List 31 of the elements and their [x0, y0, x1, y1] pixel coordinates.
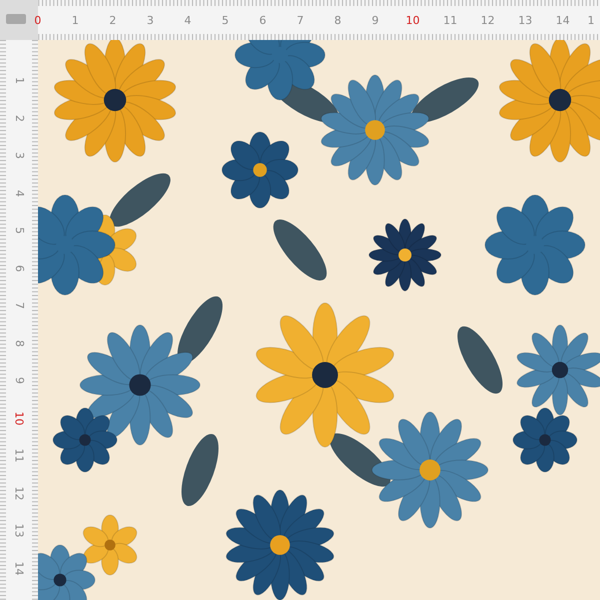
ruler-number: 1: [72, 14, 79, 26]
ruler-number: 10: [406, 14, 420, 26]
ruler-number: 6: [12, 264, 26, 272]
ruler-number: 7: [296, 14, 304, 26]
ruler-clip-icon: [6, 14, 26, 24]
ruler-number: 14: [556, 14, 570, 26]
ruler-number: 1: [12, 77, 26, 84]
ruler-number: 11: [12, 448, 26, 463]
ruler-number: 4: [12, 190, 26, 197]
ruler-number: 10: [12, 411, 26, 426]
ruler-number: 14: [12, 561, 26, 576]
ruler-number: 7: [12, 302, 26, 310]
ruler-number: 0: [34, 14, 42, 26]
ruler-number: 3: [12, 152, 26, 160]
ruler-number: 3: [146, 14, 154, 26]
ruler-number: 13: [518, 14, 532, 26]
ruler-number: 9: [372, 14, 379, 26]
ruler-number: 8: [12, 340, 26, 347]
ruler-number: 2: [109, 14, 116, 26]
ruler-number: 12: [12, 486, 26, 500]
ruler-number: 4: [184, 14, 192, 26]
ruler-number: 12: [480, 14, 495, 26]
ruler-number: 11: [443, 14, 458, 26]
ruler-number: 5: [222, 14, 229, 26]
ruler-number: 13: [12, 524, 26, 538]
ruler-number: 1: [588, 14, 594, 26]
ruler-number: 9: [12, 377, 26, 384]
ruler-number: 5: [12, 227, 26, 234]
ruler-number: 2: [12, 114, 26, 122]
ruler-number: 8: [334, 14, 342, 26]
ruler-number: 6: [259, 14, 266, 26]
